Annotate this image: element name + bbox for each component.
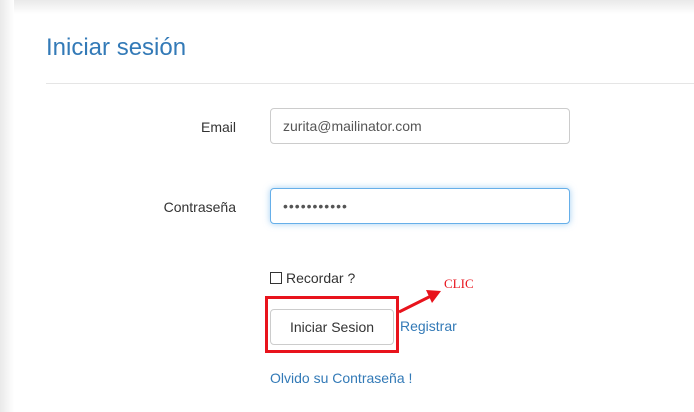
window-left-shadow	[0, 0, 14, 412]
annotation-label: CLIC	[444, 276, 474, 291]
login-panel: Iniciar sesión Email Contraseña Recordar…	[14, 14, 694, 412]
window-top-shadow	[0, 0, 694, 14]
annotation-arrow-icon	[398, 290, 441, 314]
